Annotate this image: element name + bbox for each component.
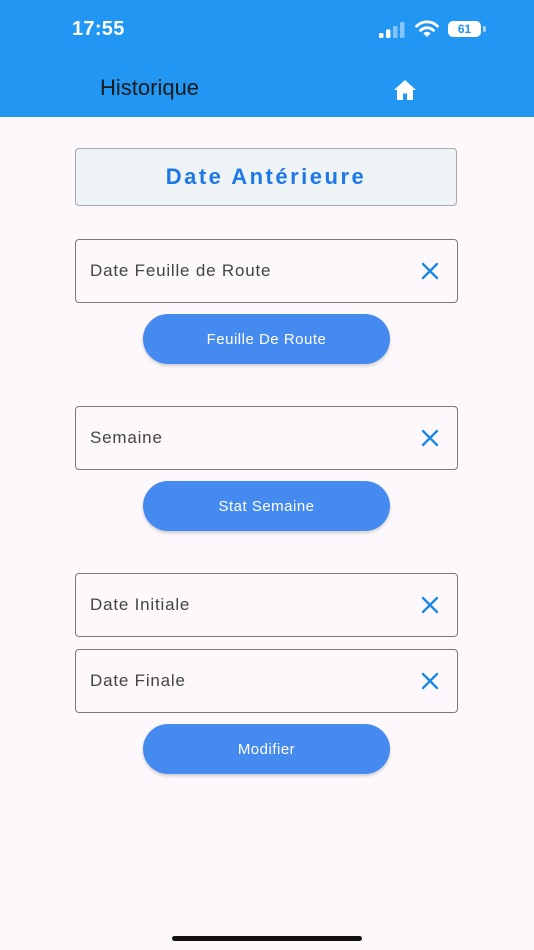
app-bar: 17:55 61 Historique xyxy=(0,0,534,117)
modifier-button[interactable]: Modifier xyxy=(143,724,390,774)
date-initiale-label: Date Initiale xyxy=(90,595,191,614)
semaine-label: Semaine xyxy=(90,428,163,447)
date-feuille-label: Date Feuille de Route xyxy=(90,261,272,280)
home-button[interactable] xyxy=(391,77,419,103)
home-indicator xyxy=(172,936,362,941)
battery-tip xyxy=(483,26,486,32)
clear-icon[interactable] xyxy=(419,260,441,282)
status-time: 17:55 xyxy=(72,18,125,40)
cellular-signal-icon xyxy=(379,22,405,38)
home-icon xyxy=(394,80,416,100)
clear-icon[interactable] xyxy=(419,427,441,449)
stat-semaine-button[interactable]: Stat Semaine xyxy=(143,481,390,531)
date-finale-field[interactable]: Date Finale xyxy=(75,649,458,713)
date-feuille-field[interactable]: Date Feuille de Route xyxy=(75,239,458,303)
page-title: Historique xyxy=(100,75,200,100)
feuille-de-route-button[interactable]: Feuille De Route xyxy=(143,314,390,364)
wifi-icon xyxy=(415,20,439,37)
date-finale-label: Date Finale xyxy=(90,671,186,690)
clear-icon[interactable] xyxy=(419,670,441,692)
battery-indicator: 61 xyxy=(448,21,481,37)
semaine-field[interactable]: Semaine xyxy=(75,406,458,470)
date-initiale-field[interactable]: Date Initiale xyxy=(75,573,458,637)
clear-icon[interactable] xyxy=(419,594,441,616)
section-header: Date Antérieure xyxy=(75,148,457,206)
